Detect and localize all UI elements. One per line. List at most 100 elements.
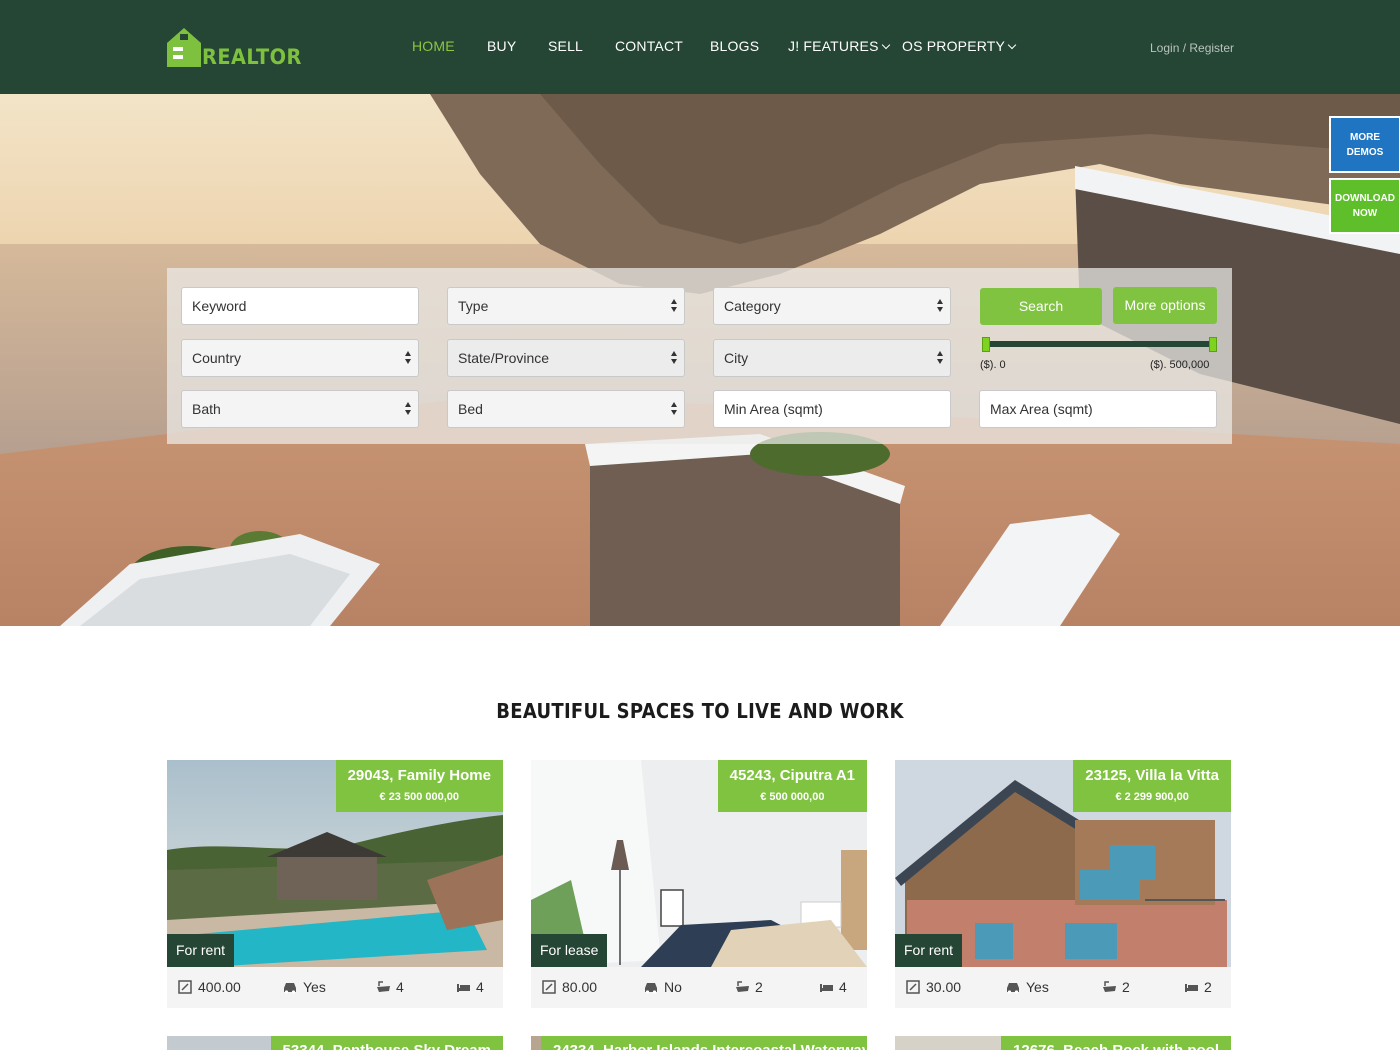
price-slider-min-handle[interactable]	[982, 337, 990, 352]
type-select[interactable]: Type	[447, 287, 685, 325]
listing-price: € 23 500 000,00	[379, 791, 460, 803]
property-card[interactable]: 23125, Villa la Vitta € 2 299 900,00 For…	[895, 760, 1231, 1008]
max-area-input[interactable]: Max Area (sqmt)	[979, 390, 1217, 428]
area-icon	[906, 980, 920, 994]
car-icon	[1007, 982, 1019, 994]
nav-contact-label: CONTACT	[615, 38, 684, 54]
bed-stat: 4	[819, 979, 847, 995]
garage-value: No	[664, 979, 682, 995]
property-card[interactable]: 12676, Beach Rock with pool	[895, 1036, 1231, 1050]
area-value: 400.00	[198, 979, 241, 995]
listing-status-badge: For rent	[167, 934, 235, 967]
nav-j-features-label: J! FEATURES	[788, 38, 879, 54]
city-select[interactable]: City	[713, 339, 951, 377]
garage-stat: No	[643, 979, 682, 995]
listing-stats: 80.00 No 2 4	[531, 967, 867, 1008]
listing-title: 12676, Beach Rock with pool	[1001, 1036, 1231, 1050]
nav-blogs[interactable]: BLOGS	[710, 38, 759, 54]
price-range-slider[interactable]	[985, 341, 1216, 347]
nav-sell-label: SELL	[548, 38, 584, 54]
bathtub-icon	[1103, 981, 1116, 992]
area-icon	[178, 980, 192, 994]
nav-home-label: HOME	[412, 38, 455, 54]
listing-title: 29043, Family Home	[347, 767, 491, 784]
login-register-link[interactable]: Login / Register	[1150, 41, 1234, 55]
nav-sell[interactable]: SELL	[548, 38, 583, 54]
listing-title-tag[interactable]: 29043, Family Home € 23 500 000,00	[335, 760, 503, 812]
area-value: 80.00	[562, 979, 598, 995]
area-stat: 80.00	[542, 979, 597, 995]
bath-select[interactable]: Bath	[181, 390, 419, 428]
search-button[interactable]: Search	[980, 288, 1102, 325]
bath-stat: 2	[1102, 979, 1130, 995]
listing-title: 23125, Villa la Vitta	[1085, 767, 1219, 784]
price-slider-max-handle[interactable]	[1209, 337, 1217, 352]
listing-title: 45243, Ciputra A1	[729, 767, 855, 784]
baths-value: 2	[755, 979, 763, 995]
download-now-button[interactable]: DOWNLOAD NOW	[1329, 178, 1400, 234]
chevron-down-icon	[1007, 40, 1017, 49]
more-options-button[interactable]: More options	[1113, 287, 1217, 324]
section-title: BEAUTIFUL SPACES TO LIVE AND WORK	[496, 699, 904, 723]
bed-stat: 2	[1184, 979, 1212, 995]
listing-title: 53344, Penthouse Sky Dream	[270, 1036, 503, 1050]
state-select-value: State/Province	[458, 350, 550, 366]
min-area-input[interactable]: Min Area (sqmt)	[713, 390, 951, 428]
nav-buy-label: BUY	[487, 38, 517, 54]
nav-j-features[interactable]: J! FEATURES	[788, 38, 890, 54]
category-select-value: Category	[724, 298, 781, 314]
beds-value: 4	[476, 979, 484, 995]
select-arrows-icon	[937, 299, 943, 313]
beds-value: 2	[1204, 979, 1212, 995]
nav-os-property[interactable]: OS PROPERTY	[902, 38, 1017, 54]
site-header: REALTOR HOME BUY SELL CONTACT BLOGS J! F…	[0, 0, 1400, 94]
listing-stats: 30.00 Yes 2 2	[895, 967, 1231, 1008]
bed-icon	[457, 984, 470, 992]
price-min-label: ($). 0	[980, 359, 1006, 371]
select-arrows-icon	[405, 351, 411, 365]
keyword-input[interactable]: Keyword	[181, 287, 419, 325]
nav-blogs-label: BLOGS	[710, 38, 760, 54]
price-max-label: ($). 500,000	[1150, 359, 1210, 371]
garage-value: Yes	[303, 979, 326, 995]
garage-stat: Yes	[282, 979, 326, 995]
property-card[interactable]: 29043, Family Home € 23 500 000,00 For r…	[167, 760, 503, 1008]
select-arrows-icon	[405, 402, 411, 416]
bed-stat: 4	[456, 979, 484, 995]
listing-title-tag[interactable]: 45243, Ciputra A1 € 500 000,00	[717, 760, 867, 812]
category-select[interactable]: Category	[713, 287, 951, 325]
listing-price: € 500 000,00	[760, 791, 825, 803]
country-select-value: Country	[192, 350, 242, 366]
baths-value: 4	[396, 979, 404, 995]
country-select[interactable]: Country	[181, 339, 419, 377]
bath-stat: 2	[735, 979, 763, 995]
property-card[interactable]: 45243, Ciputra A1 € 500 000,00 For lease…	[531, 760, 867, 1008]
listing-status-badge: For rent	[895, 934, 963, 967]
listing-stats: 400.00 Yes 4 4	[167, 967, 503, 1008]
chevron-down-icon	[881, 40, 890, 49]
download-now-label: DOWNLOAD NOW	[1335, 193, 1395, 219]
area-stat: 400.00	[178, 979, 241, 995]
nav-os-property-label: OS PROPERTY	[902, 38, 1006, 54]
nav-home[interactable]: HOME	[412, 38, 455, 54]
beds-value: 4	[839, 979, 847, 995]
property-card[interactable]: 24334, Harbor Islands Intercoastal Water…	[531, 1036, 867, 1050]
state-select[interactable]: State/Province	[447, 339, 685, 377]
nav-buy[interactable]: BUY	[487, 38, 516, 54]
type-select-value: Type	[458, 298, 489, 314]
more-demos-button[interactable]: MORE DEMOS	[1329, 116, 1400, 173]
city-select-value: City	[724, 350, 749, 366]
garage-stat: Yes	[1005, 979, 1049, 995]
bed-select[interactable]: Bed	[447, 390, 685, 428]
more-demos-label: MORE DEMOS	[1346, 131, 1384, 158]
listing-title-tag[interactable]: 23125, Villa la Vitta € 2 299 900,00	[1073, 760, 1231, 812]
area-stat: 30.00	[906, 979, 961, 995]
bathtub-icon	[377, 981, 390, 992]
area-value: 30.00	[926, 979, 962, 995]
baths-value: 2	[1122, 979, 1130, 995]
nav-contact[interactable]: CONTACT	[615, 38, 683, 54]
car-icon	[284, 982, 296, 994]
listing-title: 24334, Harbor Islands Intercoastal Water…	[541, 1036, 867, 1050]
select-arrows-icon	[671, 351, 677, 365]
property-card[interactable]: 53344, Penthouse Sky Dream	[167, 1036, 503, 1050]
